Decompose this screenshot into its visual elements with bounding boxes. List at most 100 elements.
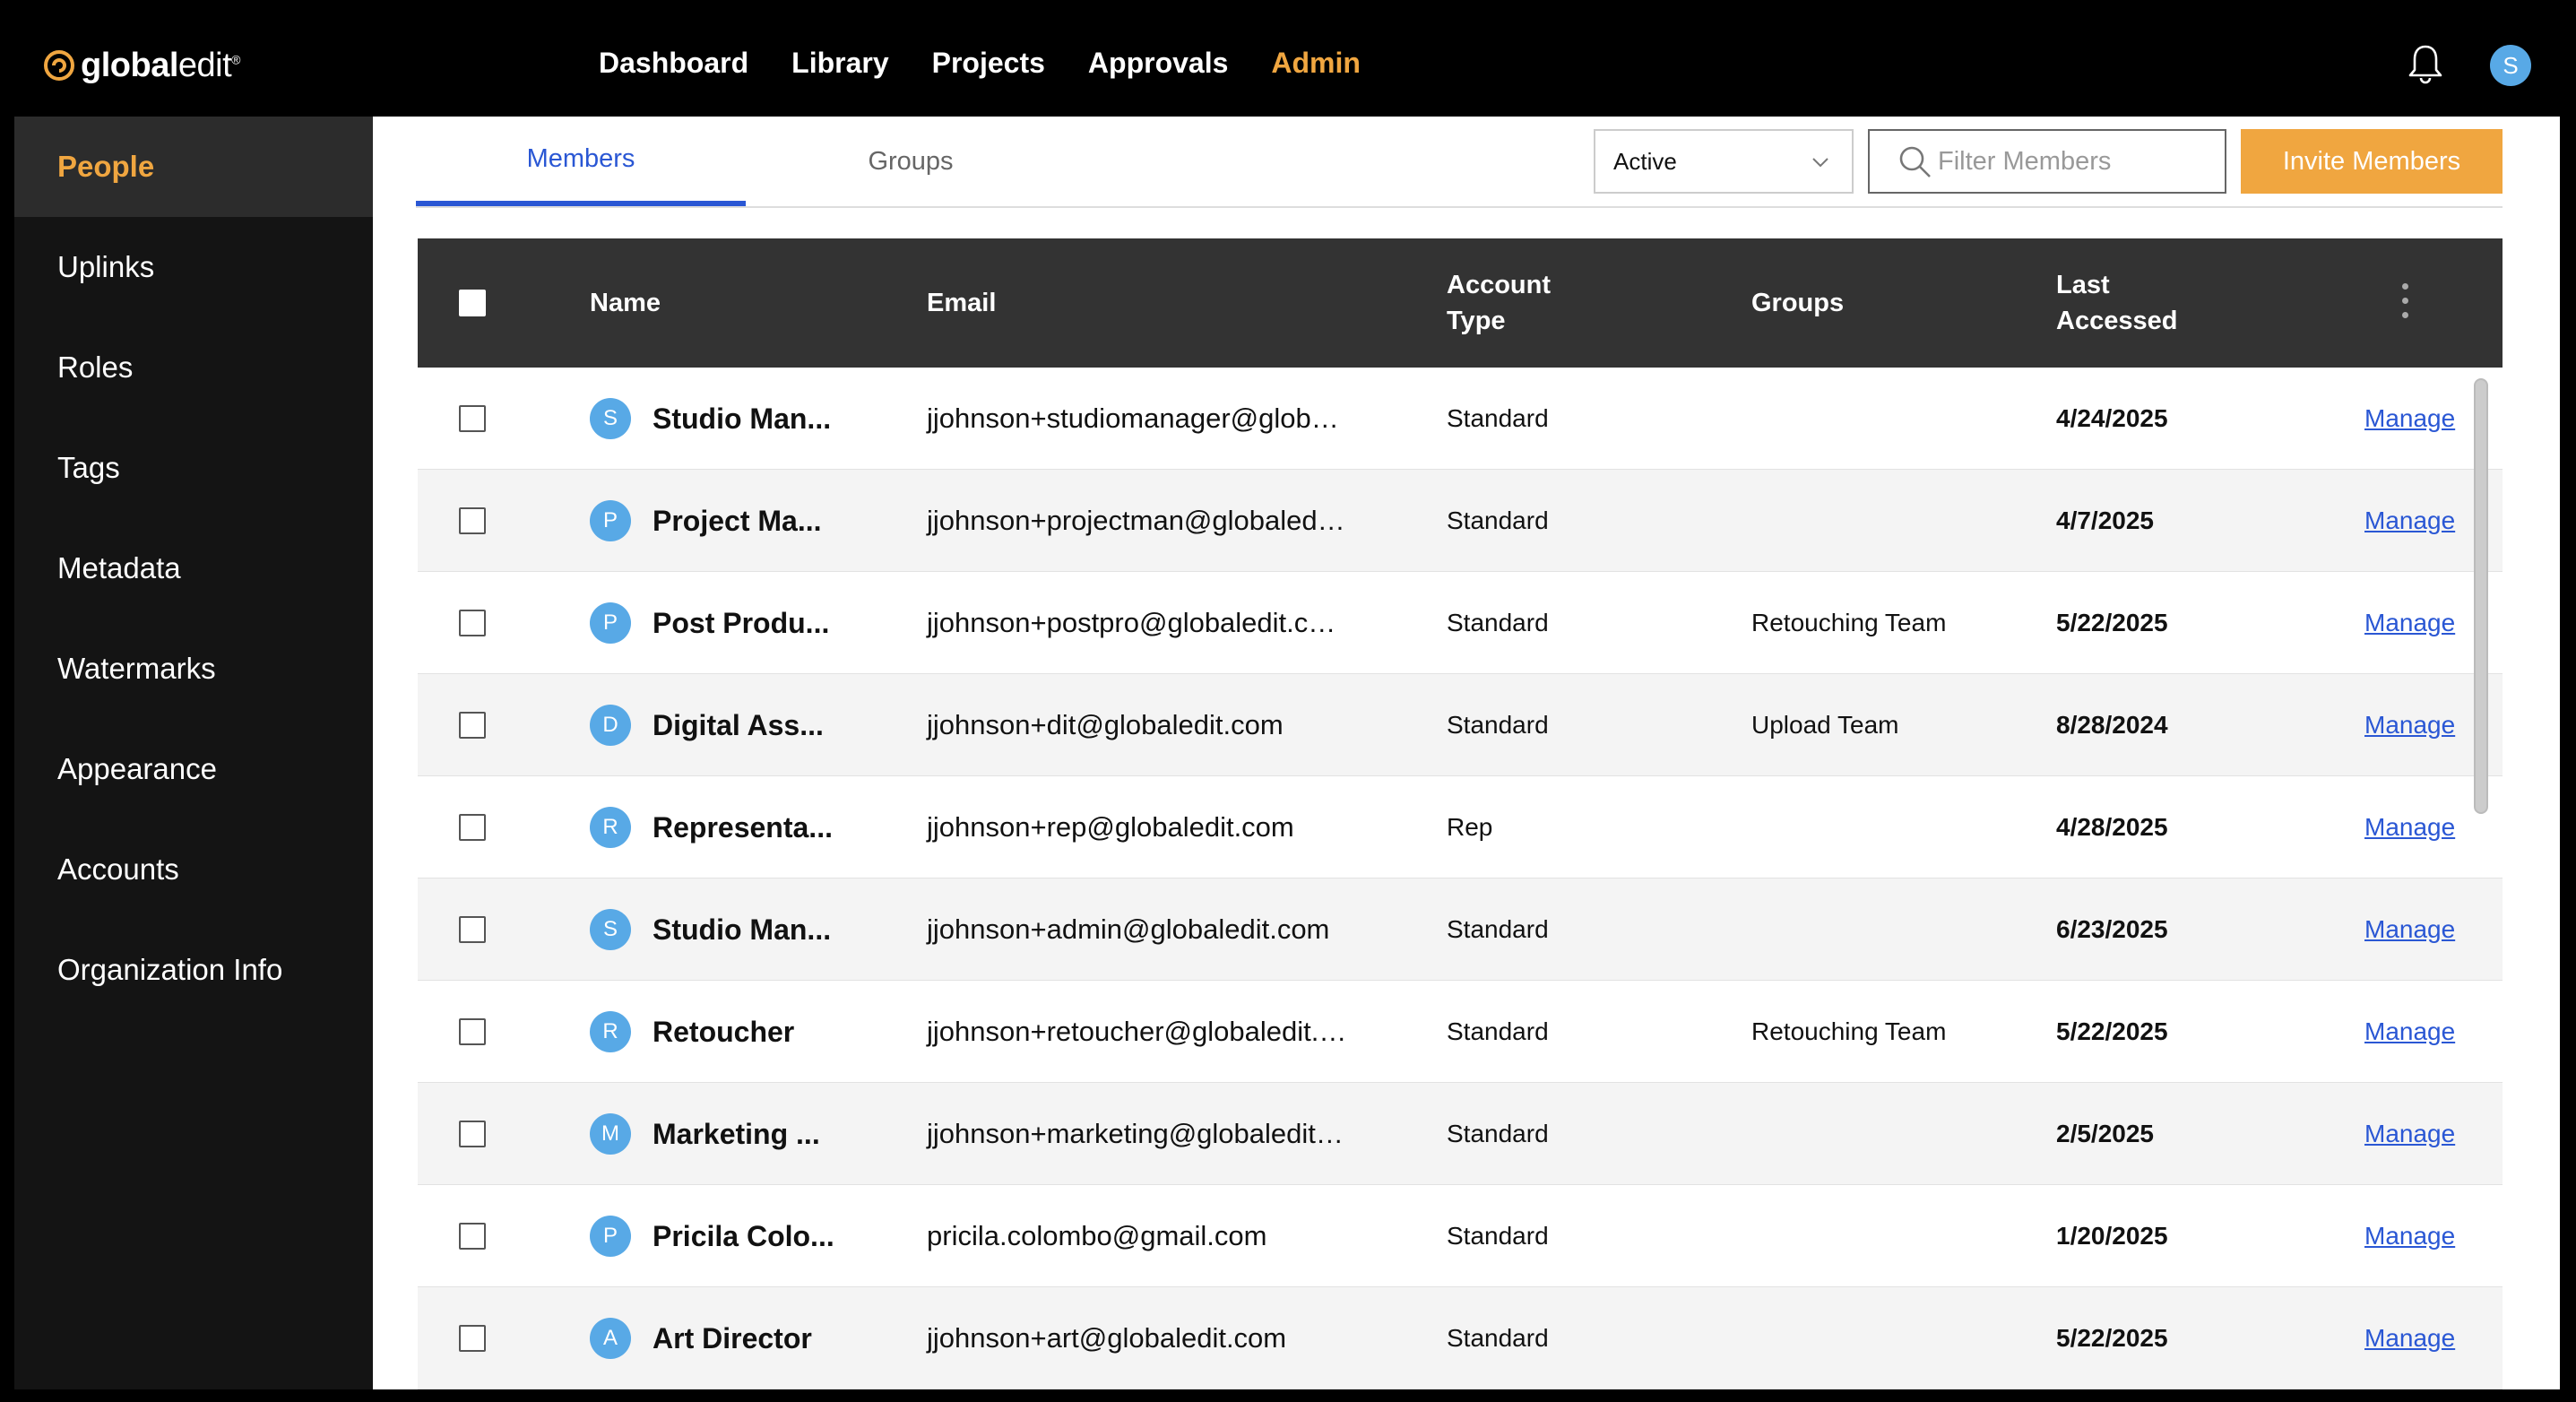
member-name-cell: P Pricila Colo...	[590, 1185, 834, 1287]
member-last-accessed: 5/22/2025	[2056, 1017, 2168, 1045]
sidebar-item-roles[interactable]: Roles	[14, 317, 373, 418]
globaledit-logo[interactable]: globaledit®	[41, 43, 240, 88]
nav-dashboard[interactable]: Dashboard	[599, 47, 748, 80]
select-all-cell	[459, 238, 486, 368]
manage-link[interactable]: Manage	[2364, 878, 2455, 981]
user-avatar[interactable]: S	[2490, 45, 2531, 86]
manage-link[interactable]: Manage	[2364, 470, 2455, 572]
tab-members[interactable]: Members	[416, 117, 746, 206]
sidebar-item-uplinks[interactable]: Uplinks	[14, 217, 373, 317]
filter-members-field[interactable]	[1868, 129, 2226, 194]
more-options-icon[interactable]	[2400, 283, 2409, 323]
invite-members-button[interactable]: Invite Members	[2241, 129, 2503, 194]
select-all-checkbox[interactable]	[459, 290, 486, 316]
tab-groups[interactable]: Groups	[746, 117, 1076, 206]
member-groups: Upload Team	[1751, 711, 1899, 739]
member-last-accessed: 5/22/2025	[2056, 1324, 2168, 1352]
manage-link[interactable]: Manage	[2364, 776, 2455, 878]
member-account-type: Standard	[1447, 1017, 1549, 1045]
row-checkbox[interactable]	[459, 610, 486, 636]
row-checkbox[interactable]	[459, 814, 486, 841]
sidebar-item-accounts[interactable]: Accounts	[14, 819, 373, 920]
filter-members-input[interactable]	[1936, 145, 2209, 177]
main-content: Members Groups Active Invite Members Nam…	[373, 117, 2560, 1389]
member-name-cell: M Marketing ...	[590, 1083, 820, 1185]
member-avatar: R	[590, 1011, 631, 1052]
status-select-value: Active	[1613, 147, 1677, 175]
column-account-type[interactable]: Account Type	[1447, 238, 1551, 368]
sidebar-item-metadata[interactable]: Metadata	[14, 518, 373, 619]
table-scrollbar[interactable]	[2474, 378, 2488, 814]
manage-link[interactable]: Manage	[2364, 572, 2455, 674]
member-name: Marketing ...	[653, 1117, 820, 1150]
table-header: Name Email Account Type Groups Last Access…	[418, 238, 2503, 368]
row-select-cell	[459, 368, 486, 470]
member-name-cell: P Post Produ...	[590, 572, 829, 674]
table-row: R Representa... jjohnson+rep@globaledit.…	[418, 776, 2503, 878]
member-account-type: Standard	[1447, 609, 1549, 636]
column-last-accessed[interactable]: Last Accessed	[2056, 238, 2177, 368]
manage-link[interactable]: Manage	[2364, 1287, 2455, 1389]
sidebar-item-organization-info[interactable]: Organization Info	[14, 920, 373, 1020]
logo-text: globaledit®	[81, 46, 240, 84]
row-select-cell	[459, 776, 486, 878]
nav-admin[interactable]: Admin	[1271, 47, 1361, 80]
member-last-accessed: 2/5/2025	[2056, 1120, 2154, 1147]
column-name[interactable]: Name	[590, 238, 661, 368]
nav-projects[interactable]: Projects	[932, 47, 1045, 80]
column-groups[interactable]: Groups	[1751, 238, 1844, 368]
member-last-accessed: 5/22/2025	[2056, 609, 2168, 636]
bell-icon[interactable]	[2407, 43, 2443, 84]
row-select-cell	[459, 981, 486, 1083]
row-checkbox[interactable]	[459, 1121, 486, 1147]
member-email: jjohnson+dit@globaledit.com	[927, 709, 1284, 740]
status-select[interactable]: Active	[1594, 129, 1854, 194]
nav-approvals[interactable]: Approvals	[1088, 47, 1228, 80]
member-name-cell: D Digital Ass...	[590, 674, 824, 776]
manage-link[interactable]: Manage	[2364, 368, 2455, 470]
row-checkbox[interactable]	[459, 712, 486, 739]
member-avatar: D	[590, 705, 631, 746]
sidebar-item-people[interactable]: People	[14, 117, 373, 217]
manage-link[interactable]: Manage	[2364, 1185, 2455, 1287]
member-avatar: P	[590, 1216, 631, 1257]
manage-link[interactable]: Manage	[2364, 1083, 2455, 1185]
member-groups: Retouching Team	[1751, 609, 1947, 636]
member-avatar: S	[590, 909, 631, 950]
member-name: Digital Ass...	[653, 708, 824, 741]
top-bar: globaledit® Dashboard Library Projects A…	[0, 0, 2576, 117]
member-email: jjohnson+studiomanager@glob…	[927, 402, 1339, 434]
nav-library[interactable]: Library	[791, 47, 888, 80]
member-avatar: R	[590, 807, 631, 848]
row-checkbox[interactable]	[459, 507, 486, 534]
table-body: S Studio Man... jjohnson+studiomanager@g…	[418, 368, 2503, 1389]
column-email[interactable]: Email	[927, 238, 996, 368]
sidebar-item-watermarks[interactable]: Watermarks	[14, 619, 373, 719]
member-name: Studio Man...	[653, 402, 832, 435]
member-avatar: S	[590, 398, 631, 439]
member-name: Representa...	[653, 810, 833, 844]
member-name: Pricila Colo...	[653, 1219, 834, 1252]
table-row: S Studio Man... jjohnson+studiomanager@g…	[418, 368, 2503, 470]
row-select-cell	[459, 674, 486, 776]
member-email: jjohnson+rep@globaledit.com	[927, 811, 1294, 843]
chevron-down-icon	[1812, 158, 1828, 168]
row-checkbox[interactable]	[459, 916, 486, 943]
sidebar-item-appearance[interactable]: Appearance	[14, 719, 373, 819]
sidebar-item-tags[interactable]: Tags	[14, 418, 373, 518]
row-checkbox[interactable]	[459, 1325, 486, 1352]
member-avatar: P	[590, 602, 631, 644]
member-name: Project Ma...	[653, 504, 822, 537]
manage-link[interactable]: Manage	[2364, 674, 2455, 776]
row-checkbox[interactable]	[459, 1223, 486, 1250]
member-account-type: Standard	[1447, 1324, 1549, 1352]
member-account-type: Standard	[1447, 711, 1549, 739]
row-checkbox[interactable]	[459, 405, 486, 432]
member-email: jjohnson+art@globaledit.com	[927, 1322, 1287, 1354]
member-name-cell: S Studio Man...	[590, 368, 831, 470]
row-checkbox[interactable]	[459, 1018, 486, 1045]
members-table: Name Email Account Type Groups Last Access…	[418, 238, 2503, 1389]
manage-link[interactable]: Manage	[2364, 981, 2455, 1083]
table-row: P Pricila Colo... pricila.colombo@gmail.…	[418, 1185, 2503, 1287]
member-avatar: P	[590, 500, 631, 541]
